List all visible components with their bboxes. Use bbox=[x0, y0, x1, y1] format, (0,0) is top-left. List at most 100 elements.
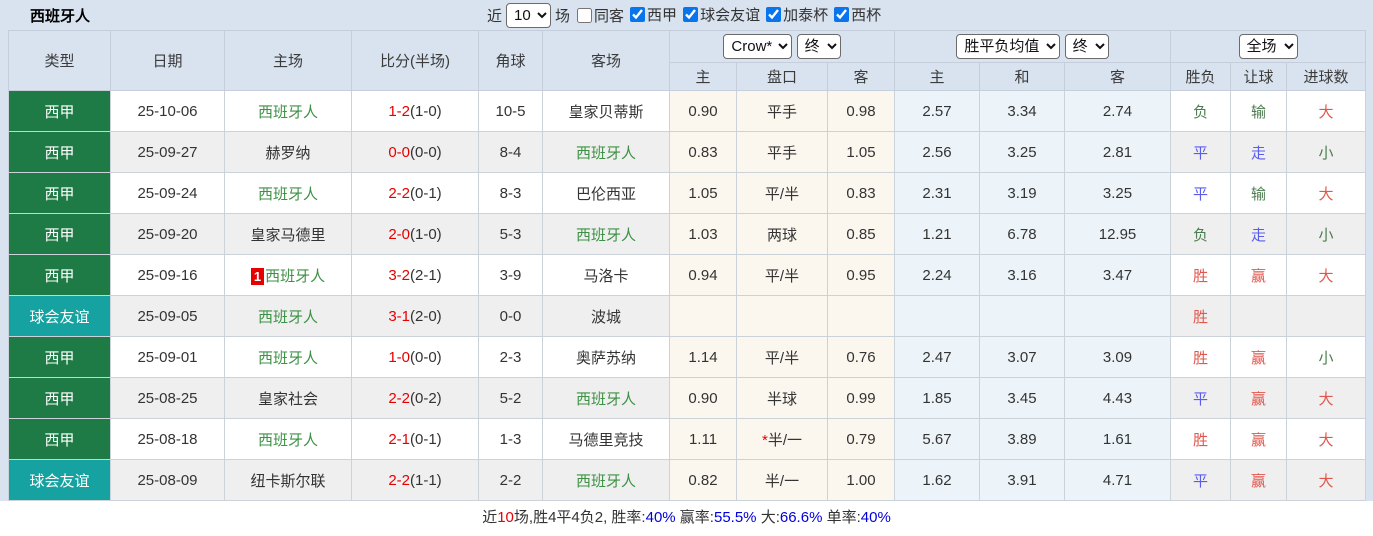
avg-draw-value: 3.45 bbox=[1007, 390, 1036, 407]
same-away-label: 同客 bbox=[594, 5, 624, 26]
corner-score: 10-5 bbox=[495, 103, 525, 120]
match-result: 平 bbox=[1193, 186, 1208, 203]
corner-score: 2-3 bbox=[500, 349, 522, 366]
corners-cell: 2-2 bbox=[479, 460, 543, 501]
match-date: 25-08-25 bbox=[137, 390, 197, 407]
sub-header-avg-win: 主 bbox=[895, 63, 980, 91]
filter-加泰杯[interactable]: 加泰杯 bbox=[766, 4, 828, 25]
full-time-score: 3-1 bbox=[388, 308, 410, 325]
half-time-score: (1-0) bbox=[410, 226, 442, 243]
odds-away-value: 0.95 bbox=[846, 267, 875, 284]
competition-label: 西甲 bbox=[44, 227, 74, 244]
avg-draw-cell: 3.45 bbox=[980, 378, 1065, 419]
odds-home-cell bbox=[670, 296, 737, 337]
type-cell: 西甲 bbox=[9, 132, 111, 173]
filter-西杯[interactable]: 西杯 bbox=[834, 4, 881, 25]
red-card-badge: 1 bbox=[251, 268, 264, 285]
home-team-name[interactable]: 皇家社会 bbox=[258, 391, 318, 408]
odds-away-value: 0.98 bbox=[846, 103, 875, 120]
odds-away-cell: 0.95 bbox=[828, 255, 895, 296]
away-team-name[interactable]: 皇家贝蒂斯 bbox=[568, 104, 643, 121]
avg-state-select[interactable]: 终 bbox=[1065, 34, 1109, 59]
home-team-cell: 纽卡斯尔联 bbox=[225, 460, 352, 501]
avg-draw-cell: 3.25 bbox=[980, 132, 1065, 173]
goals-result: 小 bbox=[1319, 227, 1334, 244]
avg-odds-select[interactable]: 胜平负均值 bbox=[956, 34, 1060, 59]
away-team-name[interactable]: 奥萨苏纳 bbox=[576, 350, 636, 367]
scope-select[interactable]: 全场 bbox=[1239, 34, 1298, 59]
away-team-name[interactable]: 西班牙人 bbox=[576, 473, 636, 490]
away-team-name[interactable]: 西班牙人 bbox=[576, 145, 636, 162]
score-cell: 1-2(1-0) bbox=[352, 91, 479, 132]
match-date: 25-09-24 bbox=[137, 185, 197, 202]
away-team-name[interactable]: 巴伦西亚 bbox=[576, 186, 636, 203]
same-away-checkbox-label[interactable]: 同客 bbox=[577, 5, 624, 26]
avg-lose-cell: 3.25 bbox=[1065, 173, 1171, 214]
away-team-name[interactable]: 马洛卡 bbox=[583, 268, 628, 285]
avg-lose-cell: 4.43 bbox=[1065, 378, 1171, 419]
avg-draw-cell: 6.78 bbox=[980, 214, 1065, 255]
corners-cell: 1-3 bbox=[479, 419, 543, 460]
away-team-cell: 马洛卡 bbox=[543, 255, 670, 296]
odds-home-value: 1.11 bbox=[689, 431, 717, 448]
filter-checkbox[interactable] bbox=[766, 7, 781, 22]
same-away-checkbox[interactable] bbox=[577, 8, 592, 23]
goals-cell: 大 bbox=[1287, 91, 1366, 132]
avg-draw-cell: 3.19 bbox=[980, 173, 1065, 214]
corner-score: 3-9 bbox=[500, 267, 522, 284]
avg-win-value: 2.24 bbox=[922, 267, 951, 284]
home-team-name[interactable]: 皇家马德里 bbox=[250, 227, 325, 244]
odds-away-cell: 0.98 bbox=[828, 91, 895, 132]
goals-cell: 大 bbox=[1287, 460, 1366, 501]
home-team-name[interactable]: 西班牙人 bbox=[258, 350, 318, 367]
sub-header-result: 胜负 bbox=[1171, 63, 1231, 91]
summary-big-value: 66.6% bbox=[780, 509, 823, 526]
filter-checkbox[interactable] bbox=[834, 7, 849, 22]
avg-win-value: 5.67 bbox=[922, 431, 951, 448]
match-count-select[interactable]: 10 bbox=[506, 3, 551, 28]
away-team-name[interactable]: 波城 bbox=[591, 309, 621, 326]
away-team-cell: 西班牙人 bbox=[543, 132, 670, 173]
odds-home-cell: 1.11 bbox=[670, 419, 737, 460]
match-row: 西甲25-10-06西班牙人1-2(1-0)10-5皇家贝蒂斯0.90平手0.9… bbox=[9, 91, 1366, 132]
home-team-name[interactable]: 西班牙人 bbox=[258, 104, 318, 121]
odds-home-value: 0.94 bbox=[688, 267, 717, 284]
odds-home-value: 0.90 bbox=[688, 103, 717, 120]
matches-table: 类型 日期 主场 比分(半场) 角球 客场 Crow* 终 胜平负均值 终 bbox=[8, 30, 1366, 501]
summary-big-label: 大: bbox=[757, 509, 780, 526]
sub-header-handicap: 盘口 bbox=[737, 63, 828, 91]
corners-cell: 5-2 bbox=[479, 378, 543, 419]
home-team-name[interactable]: 西班牙人 bbox=[258, 432, 318, 449]
avg-draw-cell bbox=[980, 296, 1065, 337]
scope-group-header: 全场 bbox=[1171, 31, 1366, 63]
odds-company-select[interactable]: Crow* bbox=[723, 34, 792, 59]
avg-group-header: 胜平负均值 终 bbox=[895, 31, 1171, 63]
filter-西甲[interactable]: 西甲 bbox=[630, 4, 677, 25]
filter-label: 加泰杯 bbox=[783, 4, 828, 25]
matches-label: 场 bbox=[555, 5, 570, 26]
filter-checkbox[interactable] bbox=[630, 7, 645, 22]
date-cell: 25-09-27 bbox=[111, 132, 225, 173]
competition-label: 西甲 bbox=[44, 186, 74, 203]
home-team-name[interactable]: 西班牙人 bbox=[258, 186, 318, 203]
home-team-name[interactable]: 西班牙人 bbox=[258, 309, 318, 326]
col-header-home: 主场 bbox=[225, 31, 352, 91]
odds-home-value: 1.14 bbox=[688, 349, 717, 366]
avg-win-cell: 1.85 bbox=[895, 378, 980, 419]
away-team-name[interactable]: 西班牙人 bbox=[576, 227, 636, 244]
avg-lose-value: 1.61 bbox=[1103, 431, 1132, 448]
avg-lose-cell: 2.81 bbox=[1065, 132, 1171, 173]
away-team-name[interactable]: 马德里竞技 bbox=[568, 432, 643, 449]
odds-state-select[interactable]: 终 bbox=[797, 34, 841, 59]
type-cell: 西甲 bbox=[9, 378, 111, 419]
home-team-cell: 西班牙人 bbox=[225, 419, 352, 460]
home-team-name[interactable]: 赫罗纳 bbox=[265, 145, 310, 162]
home-team-name[interactable]: 纽卡斯尔联 bbox=[250, 473, 325, 490]
filter-checkbox[interactable] bbox=[683, 7, 698, 22]
filter-球会友谊[interactable]: 球会友谊 bbox=[683, 4, 760, 25]
home-team-name[interactable]: 西班牙人 bbox=[265, 268, 325, 285]
match-result: 胜 bbox=[1193, 268, 1208, 285]
corners-cell: 8-4 bbox=[479, 132, 543, 173]
avg-draw-value: 3.91 bbox=[1007, 472, 1036, 489]
away-team-name[interactable]: 西班牙人 bbox=[576, 391, 636, 408]
